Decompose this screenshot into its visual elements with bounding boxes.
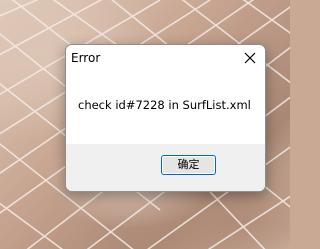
dialog-footer: 确定 — [66, 144, 265, 191]
dialog-content: check id#7228 in SurfList.xml — [66, 73, 265, 144]
close-icon[interactable] — [243, 51, 257, 65]
dialog-title: Error — [71, 51, 101, 65]
ok-button[interactable]: 确定 — [161, 155, 216, 175]
error-message: check id#7228 in SurfList.xml — [78, 98, 251, 112]
dialog-titlebar: Error — [66, 45, 265, 73]
error-dialog: Error check id#7228 in SurfList.xml 确定 — [65, 44, 266, 192]
